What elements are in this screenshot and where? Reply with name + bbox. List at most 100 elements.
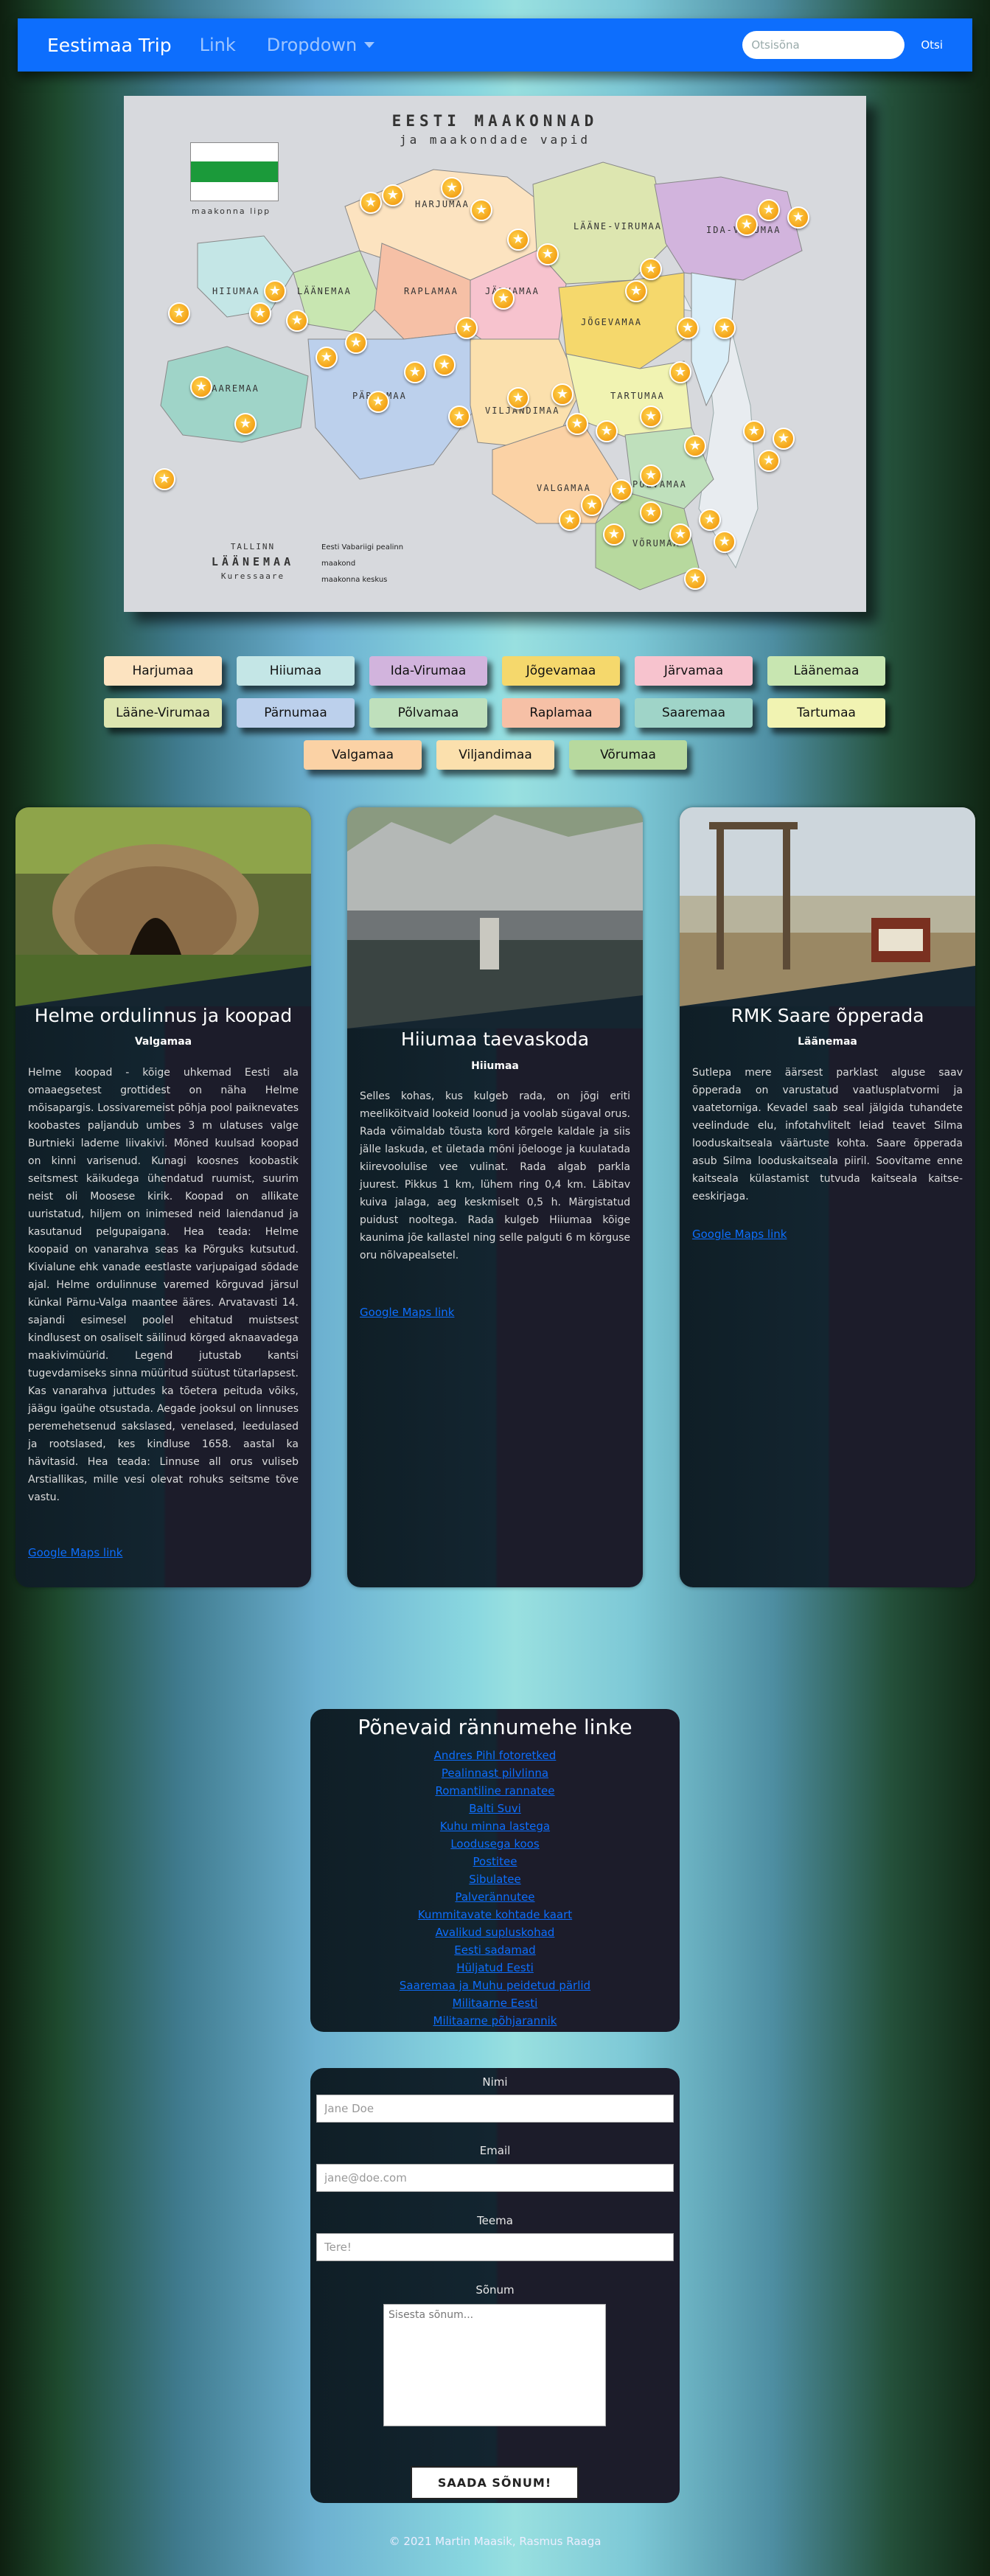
travel-link[interactable]: Hüljatud Eesti: [310, 1959, 680, 1977]
star-marker-icon[interactable]: ★: [404, 361, 426, 383]
travel-link[interactable]: Loodusega koos: [310, 1835, 680, 1853]
county-chip[interactable]: Valgamaa: [304, 740, 422, 770]
star-marker-icon[interactable]: ★: [714, 317, 736, 339]
star-marker-icon[interactable]: ★: [610, 479, 632, 501]
travel-link[interactable]: Militaarne Eesti: [310, 1994, 680, 2012]
county-chip[interactable]: Hiiumaa: [237, 656, 355, 686]
star-marker-icon[interactable]: ★: [456, 317, 478, 339]
star-marker-icon[interactable]: ★: [758, 199, 780, 221]
google-maps-link[interactable]: Google Maps link: [360, 1306, 454, 1319]
star-marker-icon[interactable]: ★: [640, 464, 662, 487]
travel-link[interactable]: Eesti sadamad: [310, 1941, 680, 1959]
star-marker-icon[interactable]: ★: [559, 509, 581, 531]
star-marker-icon[interactable]: ★: [714, 531, 736, 553]
send-message-button[interactable]: SAADA SÕNUM!: [411, 2466, 579, 2499]
star-marker-icon[interactable]: ★: [625, 280, 647, 302]
nav-dropdown[interactable]: Dropdown: [267, 35, 375, 55]
travel-link[interactable]: Kuhu minna lastega: [310, 1817, 680, 1835]
star-marker-icon[interactable]: ★: [367, 391, 389, 413]
nav-link[interactable]: Link: [200, 35, 236, 55]
county-chip[interactable]: Saaremaa: [635, 698, 753, 728]
star-marker-icon[interactable]: ★: [596, 420, 618, 442]
star-marker-icon[interactable]: ★: [345, 332, 367, 354]
topic-field[interactable]: [316, 2233, 674, 2261]
card-title: RMK Saare õpperada: [731, 1005, 924, 1026]
message-field[interactable]: [383, 2304, 606, 2426]
star-marker-icon[interactable]: ★: [286, 310, 308, 332]
star-marker-icon[interactable]: ★: [669, 523, 691, 546]
google-maps-link[interactable]: Google Maps link: [28, 1546, 122, 1559]
travel-link[interactable]: Sibulatee: [310, 1870, 680, 1888]
county-chip[interactable]: Harjumaa: [104, 656, 222, 686]
travel-link[interactable]: Postitee: [310, 1853, 680, 1870]
star-marker-icon[interactable]: ★: [382, 184, 404, 206]
star-marker-icon[interactable]: ★: [168, 302, 190, 324]
star-marker-icon[interactable]: ★: [264, 280, 286, 302]
county-chip[interactable]: Ida-Virumaa: [369, 656, 487, 686]
star-marker-icon[interactable]: ★: [492, 288, 515, 310]
travel-link[interactable]: Avalikud supluskohad: [310, 1924, 680, 1941]
county-map-label: SAAREMAA: [205, 383, 259, 394]
travel-link[interactable]: Palverännutee: [310, 1888, 680, 1906]
county-map-label: HARJUMAA: [415, 199, 470, 209]
name-field[interactable]: [316, 2095, 674, 2123]
tower-photo: [680, 807, 975, 1006]
star-marker-icon[interactable]: ★: [537, 243, 559, 265]
star-marker-icon[interactable]: ★: [699, 509, 721, 531]
travel-link[interactable]: Saaremaa ja Muhu peidetud pärlid: [310, 1977, 680, 1994]
star-marker-icon[interactable]: ★: [581, 494, 603, 516]
star-marker-icon[interactable]: ★: [736, 214, 758, 236]
star-marker-icon[interactable]: ★: [433, 354, 456, 376]
brand-link[interactable]: Eestimaa Trip: [47, 35, 172, 56]
county-chip[interactable]: Viljandimaa: [436, 740, 554, 770]
county-chip[interactable]: Tartumaa: [767, 698, 885, 728]
travel-link[interactable]: Romantiline rannatee: [310, 1782, 680, 1800]
star-marker-icon[interactable]: ★: [234, 413, 257, 435]
star-marker-icon[interactable]: ★: [603, 523, 625, 546]
travel-link[interactable]: Andres Pihl fotoretked: [310, 1747, 680, 1764]
star-marker-icon[interactable]: ★: [773, 428, 795, 450]
county-chip[interactable]: Järvamaa: [635, 656, 753, 686]
star-marker-icon[interactable]: ★: [684, 435, 706, 457]
county-map-label: TARTUMAA: [610, 391, 665, 401]
county-chip[interactable]: Läänemaa: [767, 656, 885, 686]
star-marker-icon[interactable]: ★: [360, 192, 382, 214]
legend-capital: TALLINN: [230, 542, 276, 551]
county-chip[interactable]: Põlvamaa: [369, 698, 487, 728]
star-marker-icon[interactable]: ★: [551, 383, 574, 405]
star-marker-icon[interactable]: ★: [190, 376, 212, 398]
county-chip[interactable]: Võrumaa: [569, 740, 687, 770]
county-chip[interactable]: Jõgevamaa: [502, 656, 620, 686]
county-chip[interactable]: Pärnumaa: [237, 698, 355, 728]
star-marker-icon[interactable]: ★: [640, 258, 662, 280]
star-marker-icon[interactable]: ★: [684, 568, 706, 590]
star-marker-icon[interactable]: ★: [153, 468, 175, 490]
attraction-card: Helme ordulinnus ja koopad Valgamaa Helm…: [15, 807, 311, 1587]
email-field[interactable]: [316, 2164, 674, 2192]
search-input[interactable]: [742, 31, 905, 59]
star-marker-icon[interactable]: ★: [640, 405, 662, 428]
star-marker-icon[interactable]: ★: [640, 501, 662, 523]
star-marker-icon[interactable]: ★: [669, 361, 691, 383]
star-marker-icon[interactable]: ★: [566, 413, 588, 435]
search-button[interactable]: Otsi: [921, 38, 943, 52]
travel-link[interactable]: Militaarne põhjarannik: [310, 2012, 680, 2030]
star-marker-icon[interactable]: ★: [677, 317, 699, 339]
travel-link[interactable]: Balti Suvi: [310, 1800, 680, 1817]
county-chip[interactable]: Lääne-Virumaa: [104, 698, 222, 728]
star-marker-icon[interactable]: ★: [507, 229, 529, 251]
travel-link[interactable]: Kummitavate kohtade kaart: [310, 1906, 680, 1924]
name-label: Nimi: [482, 2075, 508, 2089]
star-marker-icon[interactable]: ★: [787, 206, 809, 229]
star-marker-icon[interactable]: ★: [316, 347, 338, 369]
star-marker-icon[interactable]: ★: [507, 387, 529, 409]
star-marker-icon[interactable]: ★: [743, 420, 765, 442]
star-marker-icon[interactable]: ★: [249, 302, 271, 324]
star-marker-icon[interactable]: ★: [758, 450, 780, 472]
star-marker-icon[interactable]: ★: [441, 177, 463, 199]
google-maps-link[interactable]: Google Maps link: [692, 1228, 787, 1241]
county-chip[interactable]: Raplamaa: [502, 698, 620, 728]
star-marker-icon[interactable]: ★: [470, 199, 492, 221]
travel-link[interactable]: Pealinnast pilvlinna: [310, 1764, 680, 1782]
star-marker-icon[interactable]: ★: [448, 405, 470, 428]
